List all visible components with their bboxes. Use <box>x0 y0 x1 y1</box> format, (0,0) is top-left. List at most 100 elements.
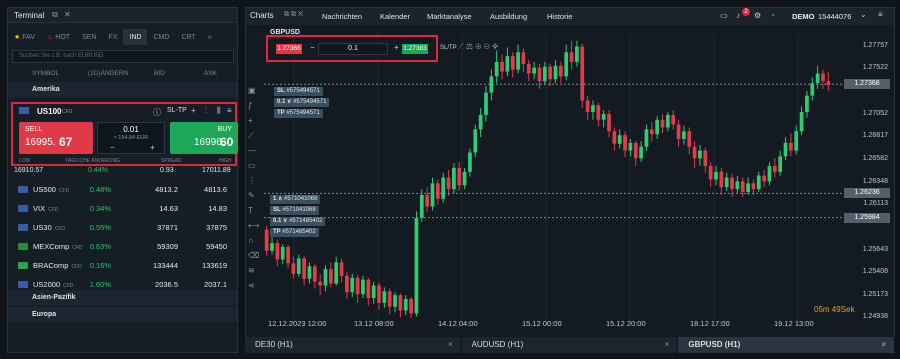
add-order-icon[interactable]: + <box>191 106 196 115</box>
quick-plus-button[interactable]: + <box>394 43 399 52</box>
menu-icon[interactable]: ≡ <box>227 106 232 115</box>
sltp-button[interactable]: SL-TP <box>167 107 187 114</box>
nav-ausbildung[interactable]: Ausbildung <box>490 12 527 21</box>
tab-fx[interactable]: FX <box>102 29 123 45</box>
nav-kalender[interactable]: Kalender <box>380 12 410 21</box>
instrument-bid[interactable]: 59309 <box>128 242 178 251</box>
cursor-icon[interactable]: ▣ <box>248 83 260 98</box>
window-icons[interactable]: ⧉ ⧉ ✕ <box>284 11 303 19</box>
quick-minus-button[interactable]: − <box>310 43 315 52</box>
account-number[interactable]: 15444076 <box>818 12 851 21</box>
info-icon[interactable]: ⓘ <box>153 107 161 118</box>
fib-icon[interactable]: ⋮ <box>248 173 260 188</box>
chevron-down-icon[interactable]: ⌄ <box>860 10 867 19</box>
volume-value[interactable]: 0.01 <box>98 125 164 134</box>
us-flag-icon <box>19 107 29 114</box>
price-chart[interactable] <box>246 25 894 353</box>
order-label[interactable]: SL #571041068 <box>270 206 319 215</box>
tab-audusd[interactable]: AUDUSD (H1) × <box>461 337 679 353</box>
instrument-ask[interactable]: 59450 <box>180 242 227 251</box>
group-europa[interactable]: Europa <box>8 307 237 322</box>
instrument-row[interactable]: US30 CFD 0.55% 37871 37875 <box>8 218 237 237</box>
notifications-icon[interactable]: ♪ <box>736 11 740 20</box>
instrument-bid[interactable]: 133444 <box>128 261 178 270</box>
instrument-ask[interactable]: 37875 <box>180 223 227 232</box>
instrument-bid[interactable]: 37871 <box>128 223 178 232</box>
line-icon[interactable]: ⟋ <box>248 128 260 143</box>
order-label[interactable]: TP #575494571 <box>274 109 323 118</box>
measure-icon[interactable]: ⟷ <box>248 218 260 233</box>
tab-crt[interactable]: CRT <box>175 29 201 45</box>
group-asien-pazifik[interactable]: Asien-Pazifik <box>8 290 237 305</box>
buy-button[interactable]: BUY 16996. 60 <box>170 122 238 154</box>
chart-icon[interactable]: ⫼ <box>217 106 221 116</box>
volume-plus-button[interactable]: + <box>150 143 155 152</box>
close-icon[interactable]: × <box>881 337 886 353</box>
magnet-icon[interactable]: ∩ <box>248 233 260 248</box>
order-label[interactable]: 0.1 ∨ #575494571 <box>274 98 330 107</box>
order-label[interactable]: TP #571485402 <box>270 228 319 237</box>
settings-icon[interactable]: ⚙ <box>754 11 761 20</box>
candle <box>291 263 296 274</box>
crosshair-icon[interactable]: + <box>248 113 260 128</box>
share-icon[interactable]: ⋖ <box>248 278 260 293</box>
instrument-bid[interactable]: 4813.2 <box>128 185 178 194</box>
search-input[interactable]: Suchen Sie z.B. nach EURUSD <box>12 50 234 63</box>
instrument-bid[interactable]: 14.63 <box>128 204 178 213</box>
close-icon[interactable]: × <box>665 337 670 353</box>
instrument-row[interactable]: VIX CFD 0.34% 14.63 14.83 <box>8 199 237 218</box>
candle <box>307 266 312 279</box>
tab-cmd[interactable]: CMD <box>147 29 175 45</box>
order-label[interactable]: 1 ∧ #571041068 <box>270 195 321 204</box>
instrument-ask[interactable]: 14.83 <box>180 204 227 213</box>
candle <box>591 105 595 113</box>
one-click-icon[interactable]: ⫶ <box>205 106 207 116</box>
text-icon[interactable]: T <box>248 203 260 218</box>
tab-fav[interactable]: ★ FAV <box>8 29 41 45</box>
more-tabs-button[interactable]: » <box>202 29 218 45</box>
instrument-row[interactable]: MEXComp CFD 0.63% 59309 59450 <box>8 237 237 256</box>
order-label[interactable]: 0.1 ∨ #571485402 <box>270 217 326 226</box>
close-icon[interactable]: ✕ <box>64 10 71 19</box>
candle-timer: 05m 49Sek <box>814 305 855 314</box>
tab-sen[interactable]: SEN <box>76 29 102 45</box>
sell-button[interactable]: SELL 16995. 67 <box>19 122 93 154</box>
nav-historie[interactable]: Historie <box>547 12 572 21</box>
close-icon[interactable]: × <box>448 337 453 353</box>
group-amerika[interactable]: Amerika <box>8 82 237 97</box>
rectangle-icon[interactable]: ▭ <box>248 158 260 173</box>
x-tick-label: 12.12.2023 12:00 <box>268 319 327 328</box>
instrument-ask[interactable]: 4813.6 <box>180 185 227 194</box>
pencil-icon[interactable]: ✎ <box>248 188 260 203</box>
chart-tools[interactable]: ⟋ ⚖ ⊕ ⊖ ✥ <box>458 42 498 52</box>
instrument-row[interactable]: BRAComp CFD 0.16% 133444 133619 <box>8 256 237 275</box>
candle <box>762 175 767 182</box>
tab-ind[interactable]: IND <box>123 29 148 45</box>
fx-icon[interactable]: ƒ <box>248 98 260 113</box>
quick-sltp-button[interactable]: SL/TP <box>440 45 457 51</box>
quick-sell-button[interactable]: 1.27368 <box>276 44 302 54</box>
hamburger-menu-icon[interactable]: ≡ <box>878 10 883 19</box>
flag-icon <box>18 281 28 288</box>
quick-buy-button[interactable]: 1.27383 <box>402 44 428 54</box>
instrument-bid[interactable]: 2036.5 <box>128 280 178 289</box>
tab-gbpusd[interactable]: GBPUSD (H1) × <box>678 337 896 353</box>
layout-icon[interactable]: ▭ <box>720 11 728 20</box>
detach-icon[interactable]: ⧉ <box>52 10 58 20</box>
tab-de30[interactable]: DE30 (H1) × <box>245 337 462 353</box>
nav-marktanalyse[interactable]: Marktanalyse <box>427 12 472 21</box>
candle <box>569 52 574 62</box>
order-label[interactable]: SL #575494571 <box>274 87 323 96</box>
horizontal-line-icon[interactable]: — <box>248 143 260 158</box>
volume-minus-button[interactable]: − <box>110 143 115 152</box>
candle <box>649 129 654 135</box>
instrument-ask[interactable]: 133619 <box>180 261 227 270</box>
layers-icon[interactable]: ≋ <box>248 263 260 278</box>
instrument-ask[interactable]: 2037.1 <box>180 280 227 289</box>
trash-icon[interactable]: ⌫ <box>248 248 260 263</box>
buy-price-pips: 60 <box>220 135 234 149</box>
quick-volume-input[interactable]: 0.1 <box>318 43 388 55</box>
tab-hot[interactable]: ♨ HOT <box>41 29 76 45</box>
instrument-row[interactable]: US500 CFD 0.48% 4813.2 4813.6 <box>8 180 237 199</box>
nav-nachrichten[interactable]: Nachrichten <box>322 12 362 21</box>
